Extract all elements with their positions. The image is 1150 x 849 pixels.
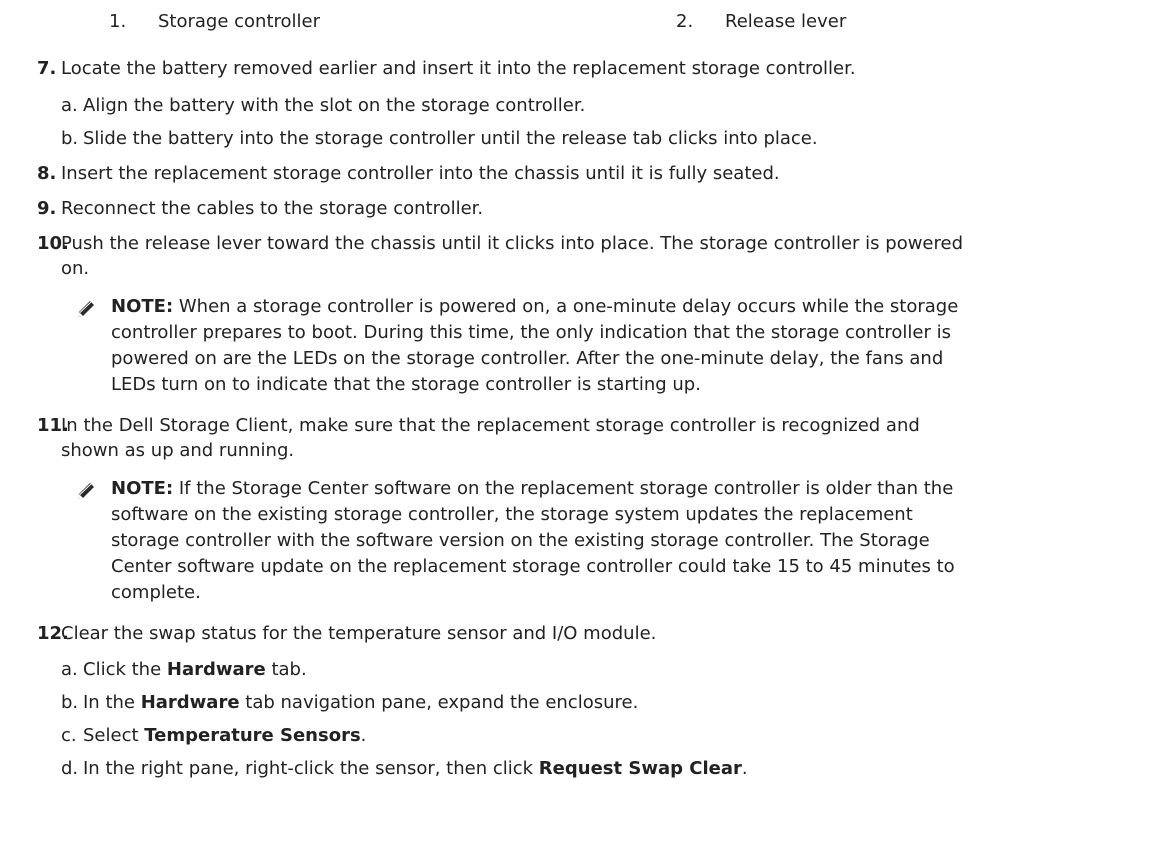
step-7-number: 7. xyxy=(37,58,57,79)
step-11-line-1: In the Dell Storage Client, make sure th… xyxy=(61,415,920,436)
step-7a-letter: a. xyxy=(61,95,78,116)
note-1-line-1-text: When a storage controller is powered on,… xyxy=(173,296,959,317)
note-1-label: NOTE: xyxy=(111,296,174,317)
step-12d-post: . xyxy=(741,758,748,779)
document-page: { "legend": { "item1": {"num": "1.", "la… xyxy=(0,0,1150,849)
note-2-label: NOTE: xyxy=(111,478,174,499)
note-1-line-1: NOTE: When a storage controller is power… xyxy=(111,296,958,318)
step-7-text: Locate the battery removed earlier and i… xyxy=(61,58,856,79)
step-12d-text: In the right pane, right-click the senso… xyxy=(83,758,748,780)
step-7b-text: Slide the battery into the storage contr… xyxy=(83,128,818,149)
step-8-number: 8. xyxy=(37,163,57,184)
step-12a-post: tab. xyxy=(265,659,307,680)
note-2-line-4: Center software update on the replacemen… xyxy=(111,556,955,577)
step-7a-text: Align the battery with the slot on the s… xyxy=(83,95,586,116)
step-12b-bold: Hardware xyxy=(140,692,240,713)
note-1-line-2: controller prepares to boot. During this… xyxy=(111,322,952,343)
step-12c-pre: Select xyxy=(83,725,145,746)
step-12b-post: tab navigation pane, expand the enclosur… xyxy=(239,692,639,713)
legend-2-label: Release lever xyxy=(725,11,847,32)
note-2-line-1-text: If the Storage Center software on the re… xyxy=(173,478,954,499)
legend-1-label: Storage controller xyxy=(158,11,321,32)
step-9-text: Reconnect the cables to the storage cont… xyxy=(61,198,484,219)
note-2-line-2: software on the existing storage control… xyxy=(111,504,913,525)
step-12a-bold: Hardware xyxy=(166,659,266,680)
note-pencil-icon xyxy=(76,481,98,501)
step-7b-letter: b. xyxy=(61,128,79,149)
note-1-line-4: LEDs turn on to indicate that the storag… xyxy=(111,374,701,395)
step-12b-pre: In the xyxy=(83,692,141,713)
step-12a-pre: Click the xyxy=(83,659,167,680)
step-12c-post: . xyxy=(360,725,367,746)
note-2-line-5: complete. xyxy=(111,582,201,603)
note-pencil-icon xyxy=(76,299,98,319)
step-12b-letter: b. xyxy=(61,692,79,713)
step-12d-bold: Request Swap Clear xyxy=(538,758,742,779)
step-12c-text: Select Temperature Sensors. xyxy=(83,725,366,747)
step-12c-letter: c. xyxy=(61,725,77,746)
legend-1-number: 1. xyxy=(109,11,127,32)
step-10-line-1: Push the release lever toward the chassi… xyxy=(61,233,964,254)
step-9-number: 9. xyxy=(37,198,57,219)
step-8-text: Insert the replacement storage controlle… xyxy=(61,163,780,184)
note-1-line-3: powered on are the LEDs on the storage c… xyxy=(111,348,944,369)
note-2-line-1: NOTE: If the Storage Center software on … xyxy=(111,478,953,500)
note-2-line-3: storage controller with the software ver… xyxy=(111,530,930,551)
step-12d-pre: In the right pane, right-click the senso… xyxy=(83,758,539,779)
step-12-text: Clear the swap status for the temperatur… xyxy=(61,623,657,644)
step-12b-text: In the Hardware tab navigation pane, exp… xyxy=(83,692,638,714)
step-12d-letter: d. xyxy=(61,758,79,779)
step-12c-bold: Temperature Sensors xyxy=(144,725,361,746)
step-12a-letter: a. xyxy=(61,659,78,680)
step-12a-text: Click the Hardware tab. xyxy=(83,659,307,681)
legend-2-number: 2. xyxy=(676,11,694,32)
step-11-line-2: shown as up and running. xyxy=(61,440,295,461)
step-10-line-2: on. xyxy=(61,258,90,279)
